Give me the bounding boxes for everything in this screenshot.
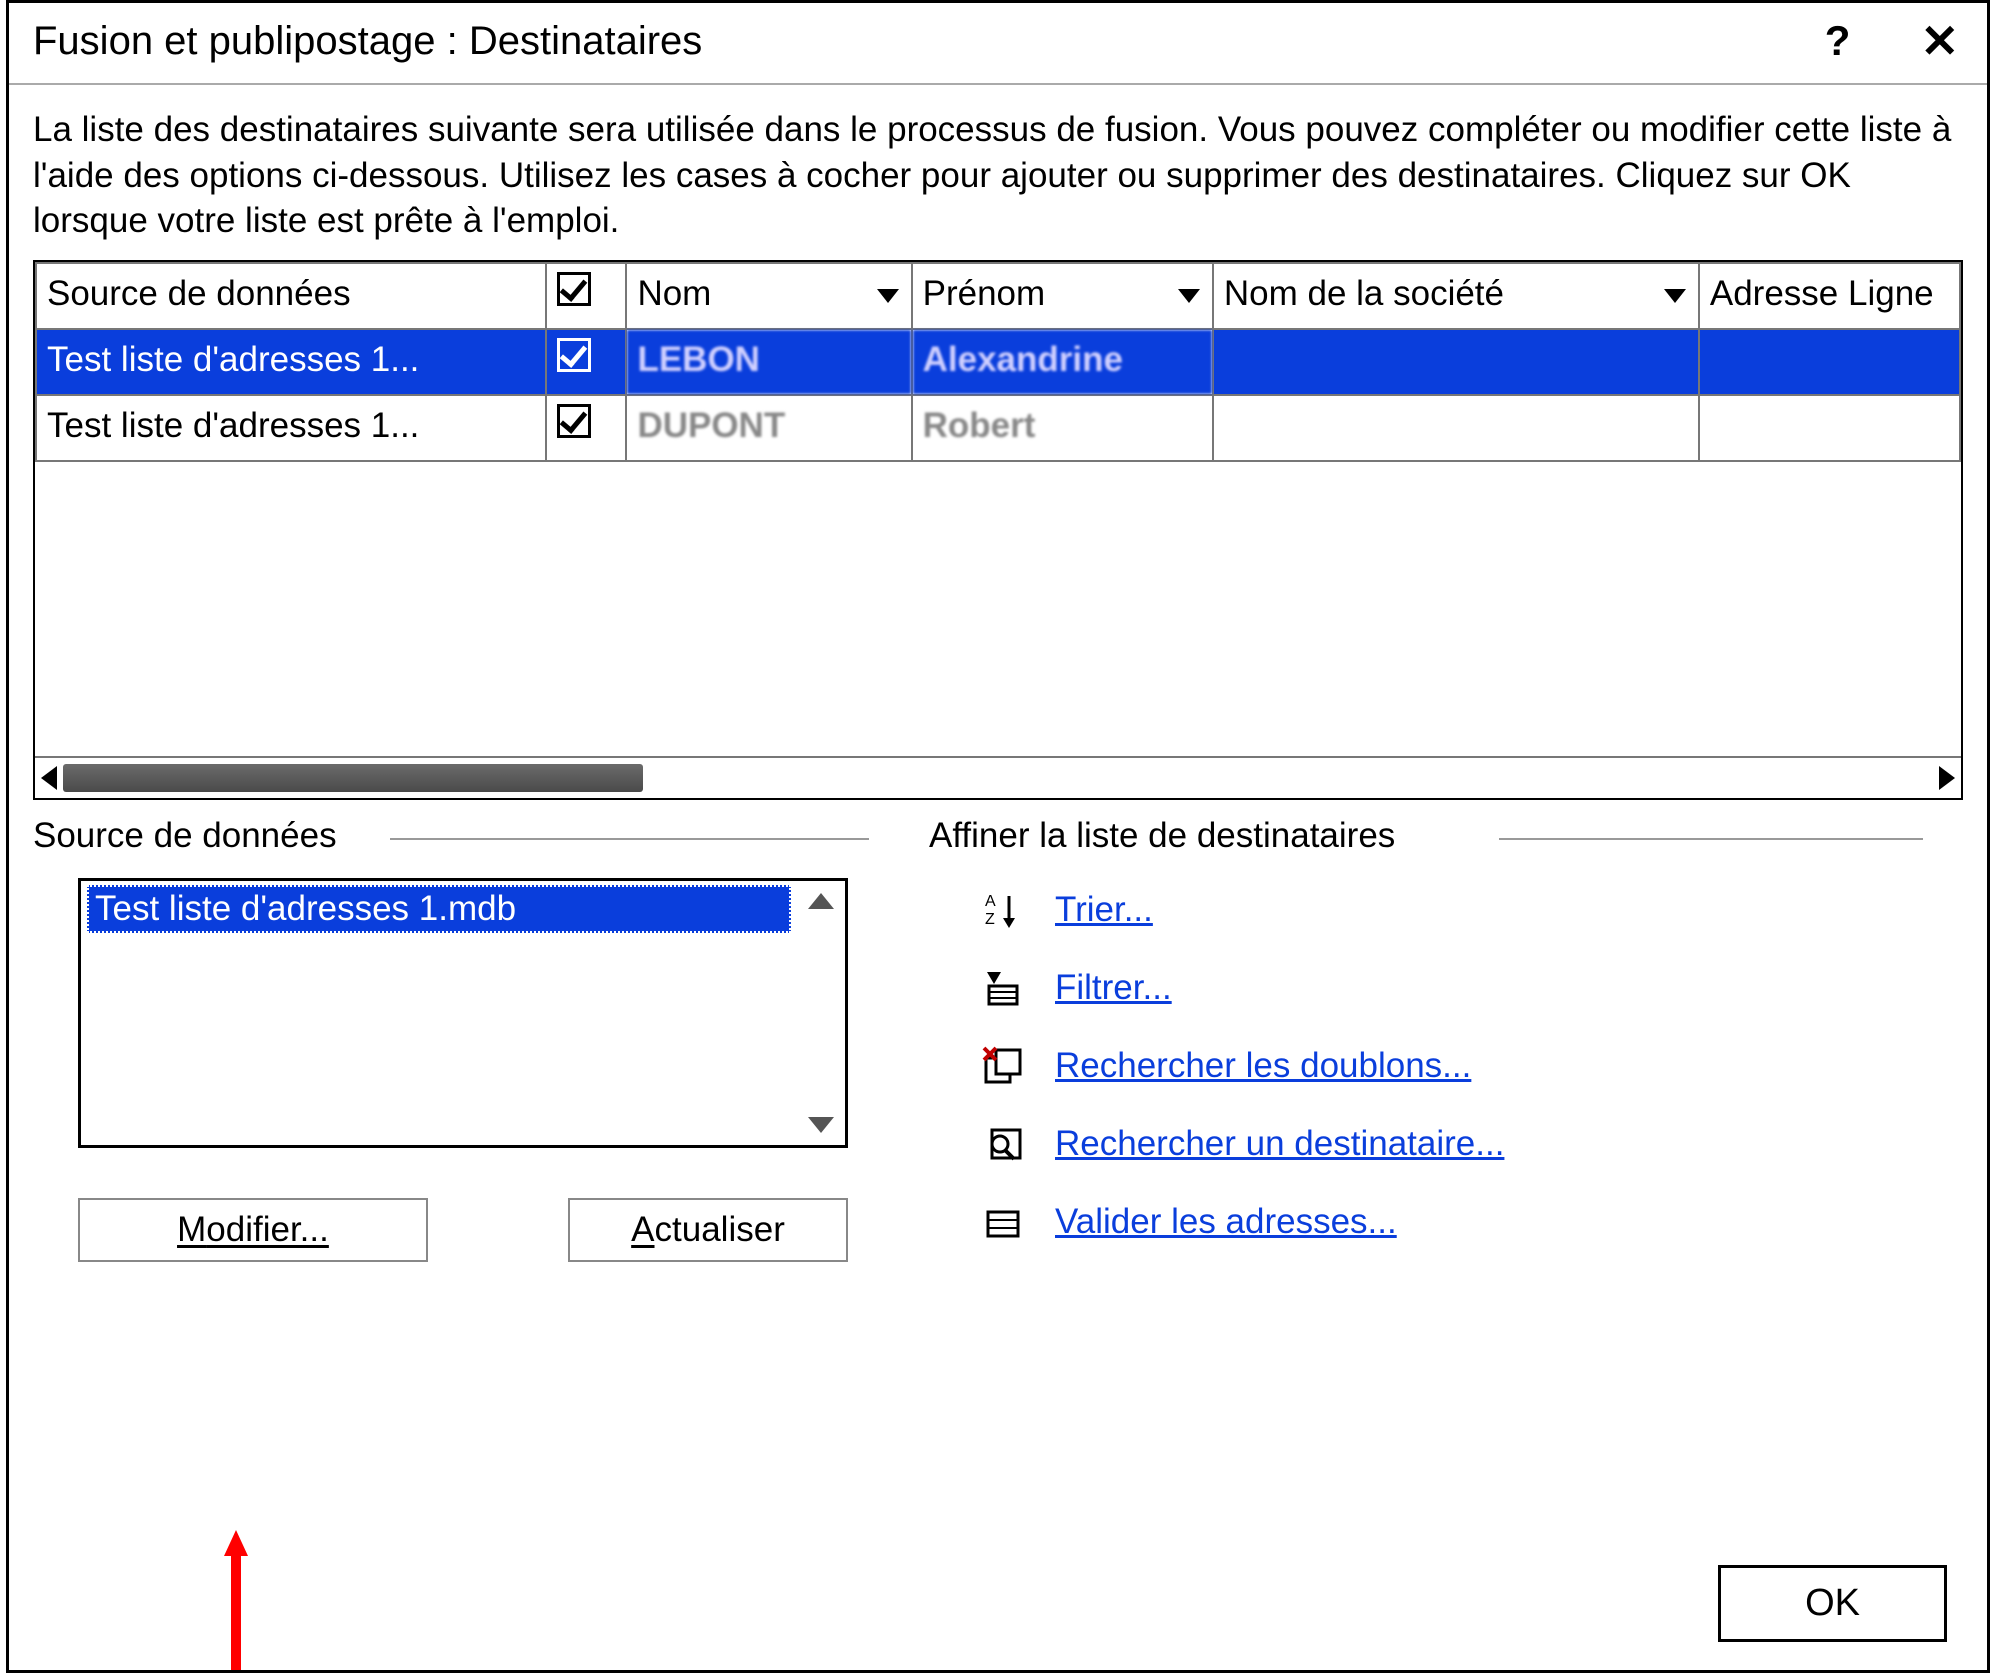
recipients-table: Source de données Nom Prénom (33, 260, 1963, 800)
grid-header-row: Source de données Nom Prénom (36, 263, 1960, 329)
edit-button[interactable]: Modifier... (78, 1198, 428, 1262)
refine-list-group: Affiner la liste de destinataires A Z (929, 816, 1963, 1262)
data-source-group-label: Source de données (33, 816, 357, 856)
cell-adresse (1699, 395, 1960, 461)
filter-icon (977, 968, 1029, 1008)
scroll-down-icon[interactable] (808, 1117, 834, 1133)
dialog-titlebar: Fusion et publipostage : Destinataires ?… (9, 3, 1987, 85)
cell-source: Test liste d'adresses 1... (36, 329, 546, 395)
cell-societe (1213, 329, 1699, 395)
row-checkbox-icon (557, 338, 591, 372)
lower-panels: Source de données Test liste d'adresses … (33, 816, 1963, 1262)
grid-body: Test liste d'adresses 1... LEBON Alexand… (36, 329, 1960, 461)
cell-nom: DUPONT (626, 395, 911, 461)
dialog-description: La liste des destinataires suivante sera… (33, 107, 1963, 244)
column-header-prenom[interactable]: Prénom (912, 263, 1213, 329)
annotation-arrow-icon (224, 1530, 248, 1670)
column-header-societe-label: Nom de la société (1224, 274, 1504, 313)
scroll-left-icon[interactable] (41, 766, 57, 790)
find-recipient-link-row: Rechercher un destinataire... (977, 1124, 1963, 1164)
data-source-list-area: Test liste d'adresses 1.mdb (81, 881, 797, 1145)
column-header-selectall[interactable] (546, 263, 626, 329)
mail-merge-recipients-dialog: Fusion et publipostage : Destinataires ?… (6, 0, 1990, 1673)
scroll-thumb[interactable] (63, 764, 643, 792)
svg-text:Z: Z (985, 911, 995, 928)
filter-link[interactable]: Filtrer... (1055, 968, 1172, 1008)
cell-checkbox[interactable] (546, 395, 626, 461)
sort-link-row: A Z Trier... (977, 890, 1963, 930)
cell-adresse (1699, 329, 1960, 395)
dropdown-arrow-icon (877, 289, 899, 303)
search-icon (977, 1124, 1029, 1164)
data-source-list-item[interactable]: Test liste d'adresses 1.mdb (87, 885, 791, 933)
select-all-checkbox-icon (557, 272, 591, 306)
ok-button-area: OK (1718, 1565, 1947, 1642)
ok-button[interactable]: OK (1718, 1565, 1947, 1642)
validate-addresses-link[interactable]: Valider les adresses... (1055, 1202, 1397, 1242)
cell-prenom: Alexandrine (912, 329, 1213, 395)
table-row[interactable]: Test liste d'adresses 1... LEBON Alexand… (36, 329, 1960, 395)
group-separator (1499, 838, 1923, 840)
dialog-title: Fusion et publipostage : Destinataires (33, 19, 1825, 64)
refine-links: A Z Trier... (977, 890, 1963, 1242)
edit-button-label: Modifier... (177, 1210, 329, 1249)
vertical-scrollbar[interactable] (797, 881, 845, 1145)
table-row[interactable]: Test liste d'adresses 1... DUPONT Robert (36, 395, 1960, 461)
titlebar-controls: ? ✕ (1825, 17, 1959, 65)
column-header-nom[interactable]: Nom (626, 263, 911, 329)
horizontal-scrollbar[interactable] (35, 756, 1961, 798)
column-header-societe[interactable]: Nom de la société (1213, 263, 1699, 329)
column-header-prenom-label: Prénom (923, 274, 1046, 313)
find-duplicates-link[interactable]: Rechercher les doublons... (1055, 1046, 1471, 1086)
group-separator (390, 838, 869, 840)
duplicates-icon (977, 1046, 1029, 1086)
validate-addresses-link-row: Valider les adresses... (977, 1202, 1963, 1242)
refine-list-group-label: Affiner la liste de destinataires (929, 816, 1415, 856)
close-icon[interactable]: ✕ (1920, 18, 1959, 64)
help-icon[interactable]: ? (1825, 17, 1851, 65)
validate-icon (977, 1202, 1029, 1242)
data-source-buttons: Modifier... Actualiser (78, 1198, 893, 1262)
column-header-source-label: Source de données (47, 274, 351, 313)
column-header-nom-label: Nom (637, 274, 711, 313)
cell-source: Test liste d'adresses 1... (36, 395, 546, 461)
scroll-up-icon[interactable] (808, 893, 834, 909)
data-source-listbox[interactable]: Test liste d'adresses 1.mdb (78, 878, 848, 1148)
dropdown-arrow-icon (1178, 289, 1200, 303)
svg-text:A: A (985, 893, 996, 910)
cell-societe (1213, 395, 1699, 461)
filter-link-row: Filtrer... (977, 968, 1963, 1008)
dialog-body: La liste des destinataires suivante sera… (9, 85, 1987, 1670)
column-header-adresse-label: Adresse Ligne (1710, 274, 1934, 313)
sort-icon: A Z (977, 890, 1029, 930)
cell-checkbox[interactable] (546, 329, 626, 395)
scroll-right-icon[interactable] (1939, 766, 1955, 790)
column-header-source[interactable]: Source de données (36, 263, 546, 329)
row-checkbox-icon (557, 404, 591, 438)
find-duplicates-link-row: Rechercher les doublons... (977, 1046, 1963, 1086)
sort-link[interactable]: Trier... (1055, 890, 1153, 930)
find-recipient-link[interactable]: Rechercher un destinataire... (1055, 1124, 1504, 1164)
cell-prenom: Robert (912, 395, 1213, 461)
recipients-grid: Source de données Nom Prénom (35, 262, 1961, 462)
column-header-adresse[interactable]: Adresse Ligne (1699, 263, 1960, 329)
dropdown-arrow-icon (1664, 289, 1686, 303)
refresh-button[interactable]: Actualiser (568, 1198, 848, 1262)
data-source-group: Source de données Test liste d'adresses … (33, 816, 893, 1262)
refresh-button-label: Actualiser (631, 1210, 785, 1249)
cell-nom: LEBON (626, 329, 911, 395)
